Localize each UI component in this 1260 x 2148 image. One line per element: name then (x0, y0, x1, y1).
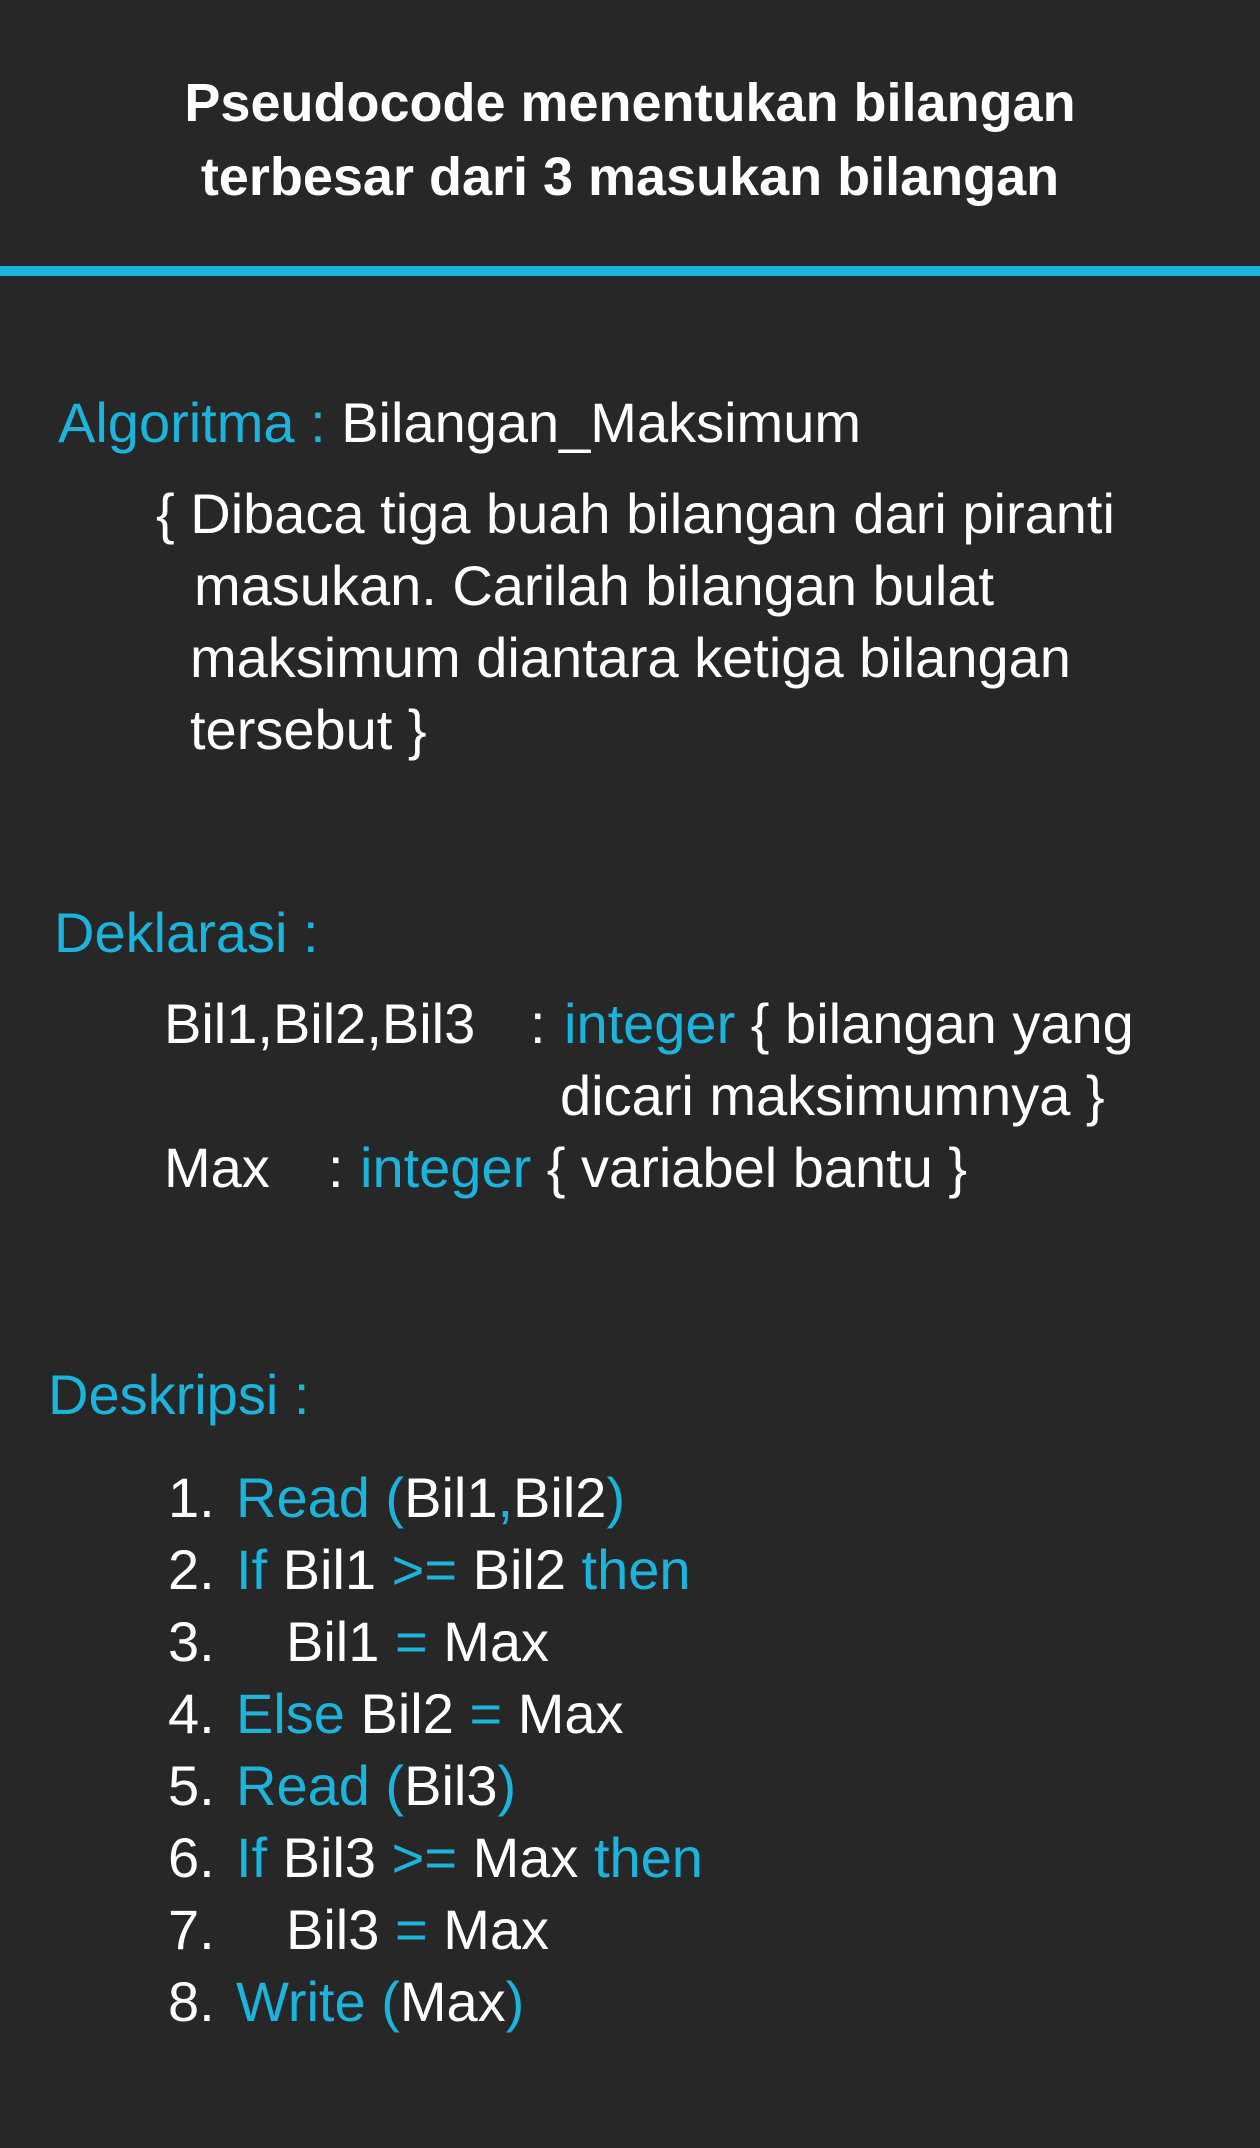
deklarasi-bil-type-row: integer { bilangan yang (564, 988, 1134, 1060)
page-title-line-1: Pseudocode menentukan bilangan (184, 73, 1076, 133)
step-text: Bil3 (404, 1754, 498, 1817)
step-number: 3. (168, 1610, 215, 1673)
step-keyword: ) (497, 1754, 517, 1817)
step-text: Bil1 (267, 1538, 392, 1601)
deklarasi-bil-comment-line-2: dicari maksimumnya } (560, 1064, 1105, 1127)
pseudocode-step: 8. Write (Max) (168, 1966, 703, 2038)
step-keyword: = (469, 1682, 503, 1745)
deklarasi-max-colon: : (328, 1136, 344, 1199)
step-keyword: = (394, 1898, 428, 1961)
step-text: Bil2 (457, 1538, 582, 1601)
pseudocode-step: 5. Read (Bil3) (168, 1750, 703, 1822)
step-keyword: If (236, 1826, 268, 1889)
step-keyword: Write ( (236, 1970, 400, 2033)
algoritma-name: Bilangan_Maksimum (341, 391, 861, 454)
deklarasi-bil-row: Bil1,Bil2,Bil3 (164, 988, 475, 1060)
page-title: Pseudocode menentukan bilangan terbesar … (0, 66, 1260, 214)
pseudocode-step: 3. Bil1 = Max (168, 1606, 703, 1678)
title-divider (0, 266, 1260, 276)
step-keyword: Else (236, 1682, 345, 1745)
deklarasi-bil-comment-line-1: { bilangan yang (750, 992, 1134, 1055)
step-keyword: , (497, 1466, 514, 1529)
algoritma-comment-line-2: masukan. Carilah bilangan bulat (194, 554, 995, 617)
step-text: Max (427, 1610, 549, 1673)
algoritma-label: Algoritma : (58, 391, 326, 454)
deklarasi-bil-type: integer (564, 992, 736, 1055)
deklarasi-max-type: integer (360, 1136, 532, 1199)
step-keyword: >= (391, 1538, 458, 1601)
step-text: Bil2 (344, 1682, 470, 1745)
step-text: Max (502, 1682, 624, 1745)
step-text: Max (457, 1826, 594, 1889)
step-number: 6. (168, 1826, 215, 1889)
page-title-line-2: terbesar dari 3 masukan bilangan (200, 147, 1060, 207)
algoritma-comment-line-1: { Dibaca tiga buah bilangan dari piranti (156, 482, 1115, 545)
step-keyword: Read ( (236, 1754, 405, 1817)
step-keyword: = (394, 1610, 428, 1673)
step-number: 7. (168, 1898, 215, 1961)
step-keyword: >= (391, 1826, 458, 1889)
step-keyword: Read ( (236, 1466, 405, 1529)
algoritma-heading: Algoritma : Bilangan_Maksimum (58, 388, 861, 458)
step-keyword: ) (606, 1466, 626, 1529)
step-number: 2. (168, 1538, 215, 1601)
pseudocode-step: 7. Bil3 = Max (168, 1894, 703, 1966)
title-block: Pseudocode menentukan bilangan terbesar … (0, 0, 1260, 266)
step-text: Max (399, 1970, 506, 2033)
deskripsi-label: Deskripsi : (48, 1363, 310, 1426)
step-keyword: then (593, 1826, 703, 1889)
pseudocode-step: 4. Else Bil2 = Max (168, 1678, 703, 1750)
pseudocode-step: 2. If Bil1 >= Bil2 then (168, 1534, 703, 1606)
step-text: Bil3 (286, 1898, 395, 1961)
step-text: Bil1 (404, 1466, 498, 1529)
pseudocode-step: 6. If Bil3 >= Max then (168, 1822, 703, 1894)
step-number: 5. (168, 1754, 215, 1817)
deklarasi-max-type-row: integer { variabel bantu } (360, 1132, 967, 1204)
deklarasi-max-var: Max (164, 1136, 270, 1199)
step-text: Bil2 (513, 1466, 607, 1529)
deklarasi-max-comment: { variabel bantu } (546, 1136, 968, 1199)
step-text: Max (427, 1898, 549, 1961)
deklarasi-bil-vars: Bil1,Bil2,Bil3 (164, 992, 476, 1055)
deklarasi-bil-colon: : (530, 992, 546, 1055)
step-keyword: ) (505, 1970, 525, 2033)
step-keyword: If (236, 1538, 268, 1601)
deklarasi-label: Deklarasi : (54, 901, 319, 964)
algoritma-comment-line-4: tersebut } (190, 698, 427, 761)
algoritma-comment-line-3: maksimum diantara ketiga bilangan (190, 626, 1071, 689)
pseudocode-step: 1. Read (Bil1,Bil2) (168, 1462, 703, 1534)
deskripsi-steps-list: 1. Read (Bil1,Bil2) 2. If Bil1 >= Bil2 then… (168, 1462, 703, 2038)
step-number: 1. (168, 1466, 215, 1529)
step-number: 8. (168, 1970, 215, 2033)
step-keyword: then (581, 1538, 691, 1601)
step-text: Bil1 (286, 1610, 395, 1673)
step-number: 4. (168, 1682, 215, 1745)
step-text: Bil3 (267, 1826, 392, 1889)
